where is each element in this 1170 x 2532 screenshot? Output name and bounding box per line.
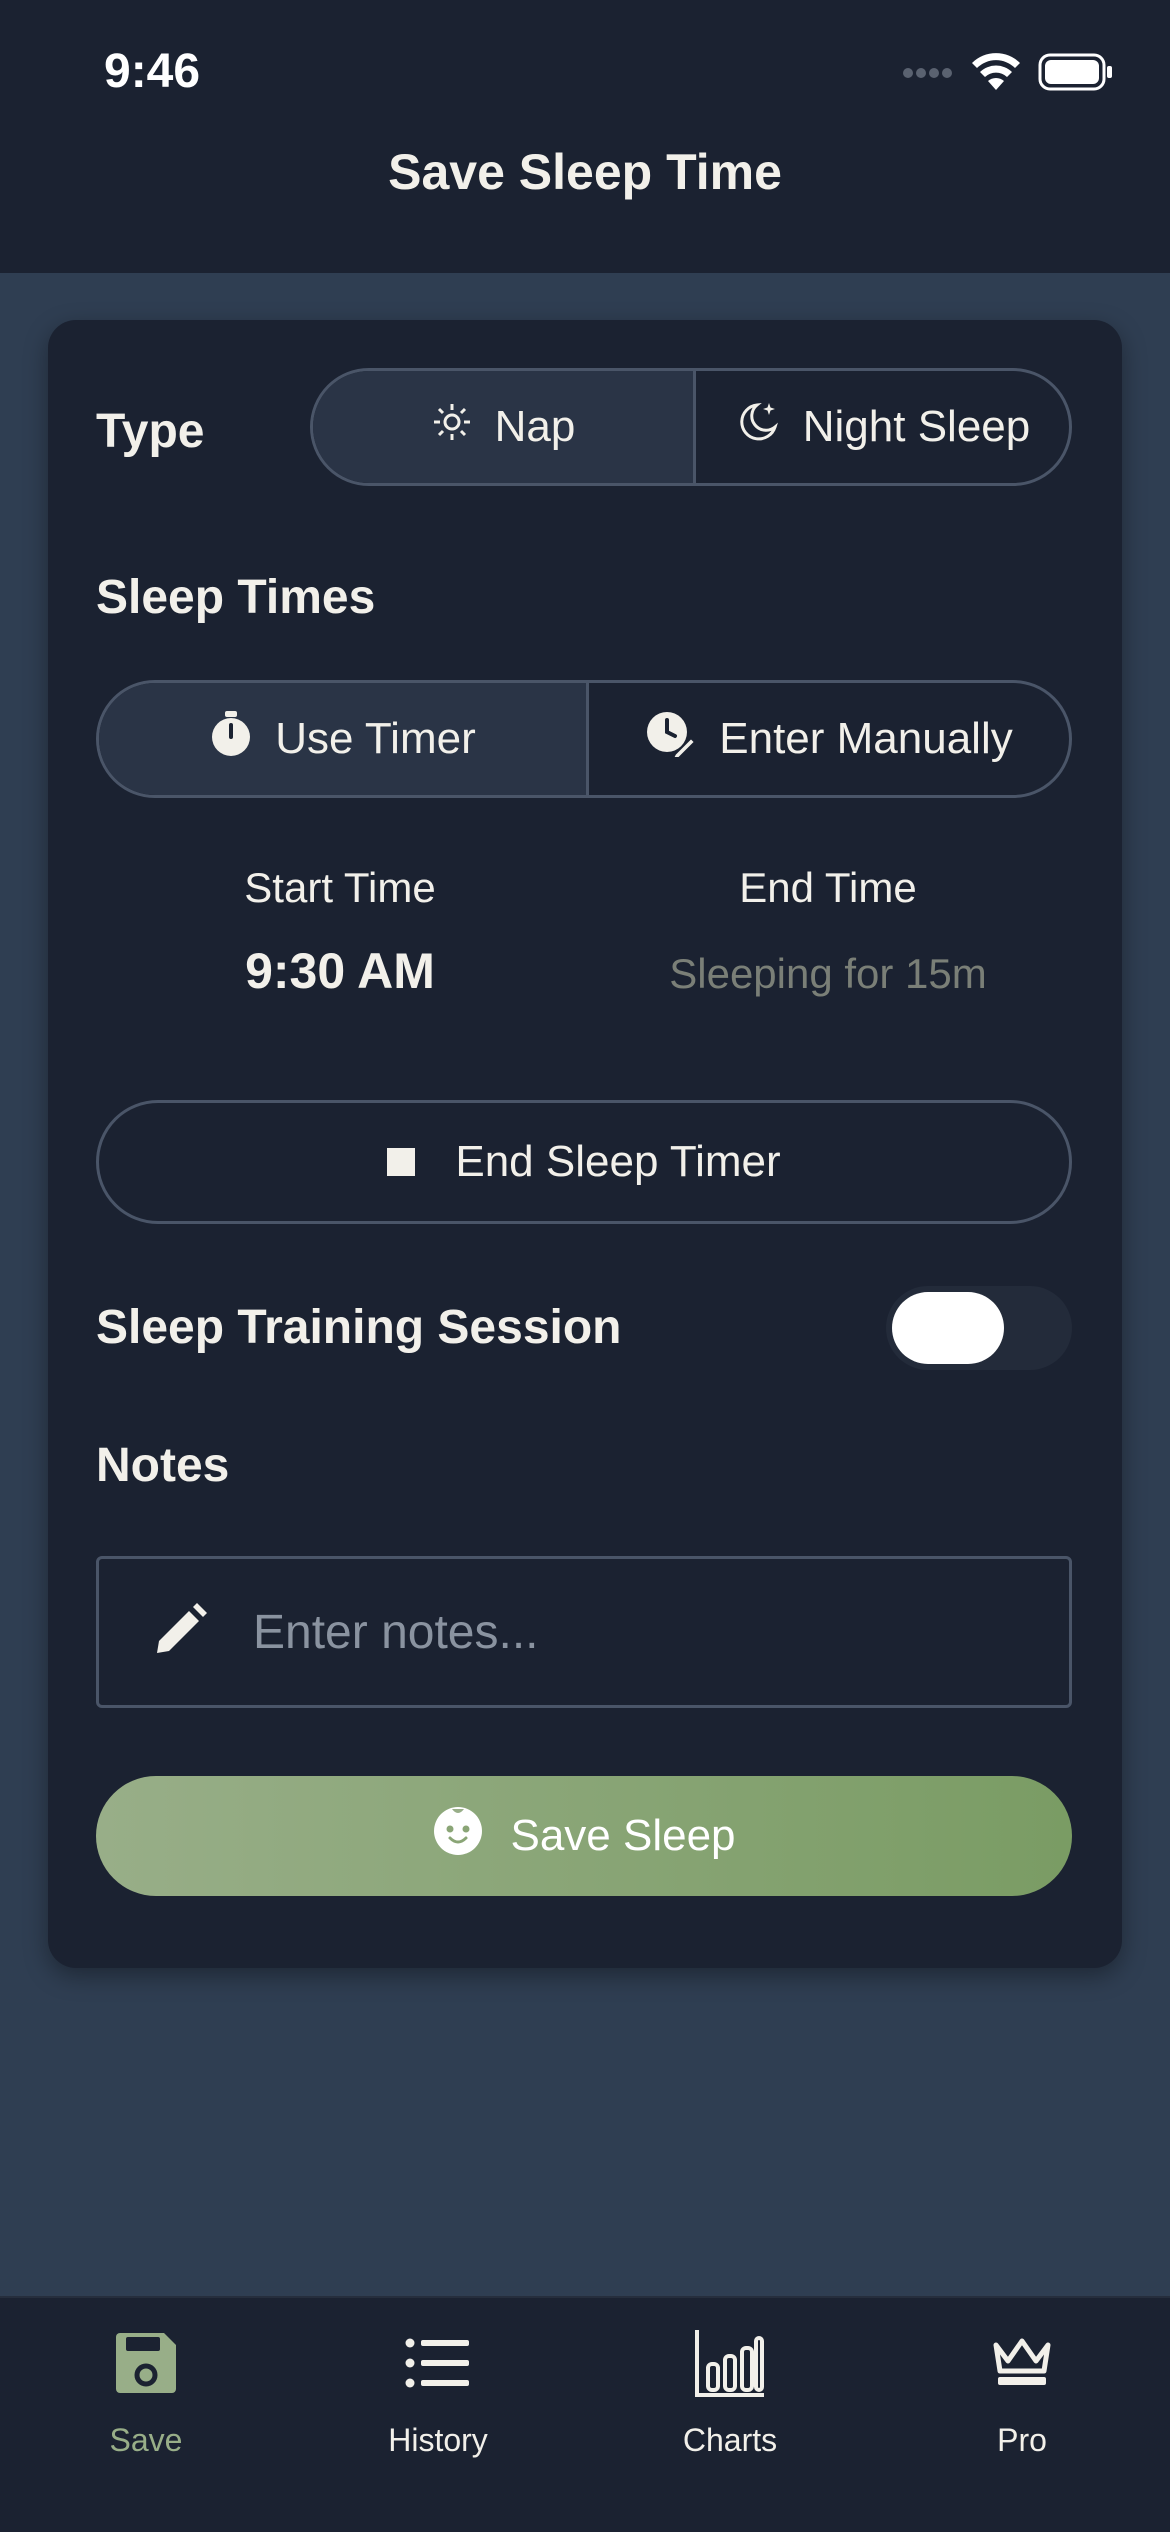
notes-field[interactable] (96, 1556, 1072, 1708)
start-time-label: Start Time (244, 864, 436, 911)
type-label: Type (96, 405, 205, 458)
segment-nap-label: Nap (494, 402, 576, 451)
start-time-group[interactable]: Start Time 9:30 AM (140, 864, 540, 1000)
end-time-group: End Time Sleeping for 15m (628, 864, 1028, 998)
status-icons (902, 52, 1114, 97)
bar-chart-icon (694, 2318, 766, 2408)
end-sleep-timer-button[interactable]: End Sleep Timer (96, 1100, 1072, 1224)
sleep-training-label: Sleep Training Session (96, 1301, 622, 1354)
start-time-value: 9:30 AM (245, 943, 435, 999)
toggle-knob (892, 1292, 1004, 1364)
tab-save-label: Save (109, 2422, 183, 2458)
stop-icon (387, 1148, 416, 1176)
segment-nap[interactable]: Nap (313, 371, 693, 483)
segment-enter-manually[interactable]: Enter Manually (586, 683, 1069, 795)
signal-icon (902, 66, 954, 84)
tab-charts-label: Charts (682, 2422, 778, 2458)
segment-use-timer-label: Use Timer (275, 714, 476, 763)
save-sleep-label: Save Sleep (510, 1811, 736, 1860)
status-bar: 9:46 (0, 0, 1170, 140)
battery-icon (1038, 53, 1114, 96)
baby-face-icon (432, 1805, 484, 1868)
list-icon (405, 2318, 471, 2408)
end-time-label: End Time (739, 864, 917, 911)
clock-edit-icon (645, 708, 697, 771)
moon-stars-icon (735, 399, 781, 456)
sleep-type-selector: Nap Night Sleep (310, 368, 1072, 486)
sleep-training-toggle[interactable] (886, 1286, 1072, 1370)
tab-pro-label: Pro (997, 2422, 1047, 2458)
tab-save[interactable]: Save (0, 2298, 292, 2478)
status-time: 9:46 (104, 45, 201, 98)
tab-bar: Save History Charts Pro (0, 2296, 1170, 2532)
notes-label: Notes (96, 1439, 230, 1492)
segment-night-sleep[interactable]: Night Sleep (693, 371, 1069, 483)
nav-header: Save Sleep Time (0, 140, 1170, 273)
segment-enter-manually-label: Enter Manually (719, 714, 1013, 763)
end-time-status: Sleeping for 15m (669, 950, 987, 997)
page-title: Save Sleep Time (388, 143, 782, 200)
tab-charts[interactable]: Charts (584, 2298, 876, 2478)
tab-pro[interactable]: Pro (876, 2298, 1168, 2478)
crown-icon (992, 2318, 1052, 2408)
tab-history-label: History (388, 2422, 488, 2458)
tab-history[interactable]: History (292, 2298, 584, 2478)
segment-night-sleep-label: Night Sleep (802, 402, 1031, 451)
floppy-disk-icon (112, 2318, 180, 2408)
sleep-form-card: Type Nap Night Sleep Sleep Times Use Tim… (48, 320, 1122, 1968)
save-sleep-button[interactable]: Save Sleep (96, 1776, 1072, 1896)
stopwatch-icon (209, 710, 253, 769)
timer-mode-selector: Use Timer Enter Manually (96, 680, 1072, 798)
wifi-icon (970, 52, 1022, 97)
pencil-icon (151, 1601, 209, 1664)
sleep-times-label: Sleep Times (96, 571, 376, 624)
notes-input[interactable] (253, 1604, 1013, 1660)
sun-icon (431, 401, 473, 454)
end-sleep-timer-label: End Sleep Timer (455, 1137, 781, 1186)
segment-use-timer[interactable]: Use Timer (99, 683, 586, 795)
